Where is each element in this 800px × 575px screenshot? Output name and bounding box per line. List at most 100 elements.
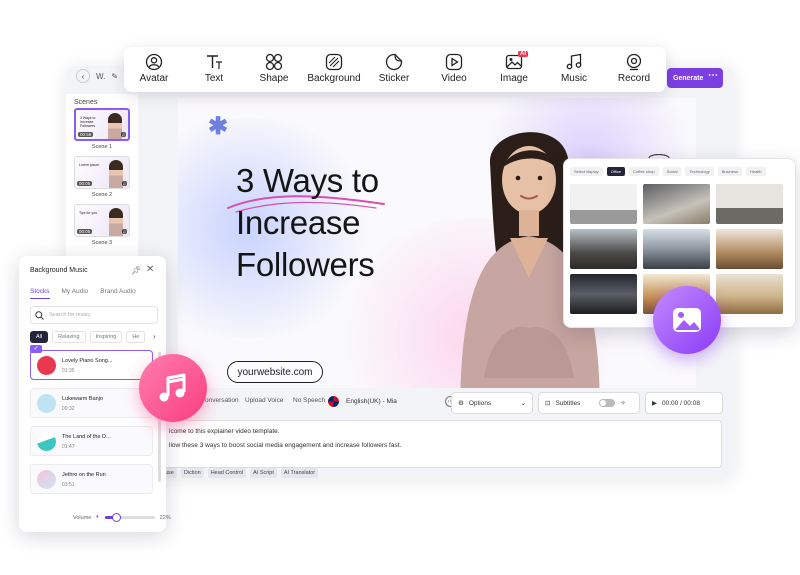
asterisk-sticker[interactable]: ✱ — [208, 112, 228, 141]
avatar-icon — [145, 53, 163, 71]
category-technology[interactable]: Technology — [685, 167, 714, 176]
subtitles-toggle[interactable] — [599, 399, 616, 407]
options-dropdown[interactable]: ⚙ Options ⌄ — [451, 392, 533, 414]
volume-value: 22% — [159, 514, 171, 521]
scene-thumb-text: 3 Ways to Increase Followers — [80, 116, 96, 128]
music-search-input[interactable]: Search for music — [30, 306, 158, 324]
tab-conversation[interactable]: onversation — [205, 397, 239, 404]
gallery-image[interactable] — [716, 274, 783, 314]
wand-icon[interactable]: ✧ — [620, 399, 625, 407]
toolbar-text[interactable]: Text — [184, 53, 244, 84]
gallery-image[interactable] — [643, 229, 710, 269]
chevron-right-icon[interactable]: › — [153, 332, 156, 341]
diction-chip[interactable]: Diction — [180, 468, 204, 478]
panel-title: Background Music — [30, 267, 88, 274]
ai-translator-chip[interactable]: AI Translator — [280, 468, 319, 478]
close-icon[interactable]: ✕ — [146, 264, 154, 275]
category-health[interactable]: Health — [745, 167, 766, 176]
toolbar-sticker[interactable]: Sticker — [364, 53, 424, 84]
more-icon[interactable]: ⋯ — [708, 70, 719, 81]
tab-my-audio[interactable]: My Audio — [62, 288, 89, 299]
track-duration: 01:47 — [62, 444, 75, 450]
subtitles-control[interactable]: ⊡ Subtitles ✧ — [538, 392, 640, 414]
pin-icon[interactable]: 📌︎ — [131, 266, 141, 275]
cc-icon: ⊡ — [545, 400, 551, 407]
edit-icon[interactable]: ✎ — [111, 72, 118, 81]
avatar-thumb — [109, 208, 123, 236]
category-office[interactable]: Office — [606, 167, 626, 176]
gallery-image[interactable] — [570, 229, 637, 269]
head-control-chip[interactable]: Head Control — [207, 468, 247, 478]
toolbar-label: Sticker — [378, 73, 410, 84]
toolbar-label: Image — [500, 73, 528, 84]
toolbar-label: Background — [307, 73, 361, 84]
category-business[interactable]: Business — [717, 167, 742, 176]
ai-script-chip[interactable]: AI Script — [250, 468, 277, 478]
toolbar-shape[interactable]: Shape — [244, 53, 304, 84]
speaker-icon[interactable]: 🔈︎ — [96, 514, 99, 521]
headline-line: Increase — [236, 204, 361, 241]
playback-time: 00:00 / 00:08 — [662, 399, 700, 407]
generate-label: Generate — [673, 74, 704, 82]
filter-all[interactable]: All — [30, 331, 49, 343]
avatar-thumb — [108, 113, 122, 139]
toolbar-record[interactable]: Record — [604, 53, 664, 84]
playback-control[interactable]: ▶ 00:00 / 00:08 — [645, 392, 723, 414]
search-icon — [35, 310, 44, 320]
language-select[interactable]: English(UK) - Mia ⋯ — [327, 395, 456, 408]
generate-button[interactable]: Generate ⋯ — [667, 68, 723, 88]
image-icon — [673, 308, 701, 332]
toolbar-background[interactable]: Background — [304, 53, 364, 84]
gallery-image[interactable] — [570, 274, 637, 314]
track-item[interactable]: ✓ Lovely Piano Song... 01:35 — [30, 345, 153, 380]
toolbar-avatar[interactable]: Avatar — [124, 53, 184, 84]
ai-badge: AI — [518, 51, 528, 57]
track-duration: 03:51 — [62, 482, 75, 488]
gallery-image[interactable] — [716, 184, 783, 224]
toolbar-video[interactable]: Video — [424, 53, 484, 84]
gallery-image[interactable] — [643, 184, 710, 224]
script-tools: use Diction Head Control AI Script AI Tr… — [162, 468, 319, 478]
music-note-icon: ♫ — [120, 132, 126, 137]
voice-controls: onversation Upload Voice No Speech Engli… — [181, 392, 733, 414]
headline-line: 3 Ways to — [236, 162, 379, 199]
back-button[interactable]: ‹ — [76, 69, 90, 83]
track-name: Lovely Piano Song... — [62, 358, 113, 364]
filter-inspiring[interactable]: Inspiring — [89, 331, 123, 343]
category-coffee-shop[interactable]: Coffee shop — [629, 167, 659, 176]
script-textarea[interactable]: lcome to this explainer video template. … — [162, 420, 722, 468]
track-item[interactable]: The Land of the D... 01:47 — [30, 426, 153, 456]
volume-slider[interactable] — [104, 513, 155, 522]
scene-label: Scene 1 — [91, 144, 113, 150]
project-name[interactable]: W. — [96, 72, 105, 81]
gallery-image[interactable] — [716, 229, 783, 269]
tab-stocks[interactable]: Stocks — [30, 288, 50, 299]
filter-he[interactable]: He — [126, 331, 146, 343]
uk-flag-icon — [327, 395, 340, 408]
tab-no-speech[interactable]: No Speech — [293, 397, 325, 404]
track-item[interactable]: Jethro on the Run 03:51 — [30, 464, 153, 494]
category-social[interactable]: Social — [662, 167, 682, 176]
tab-upload-voice[interactable]: Upload Voice — [245, 397, 283, 404]
music-feature-badge — [139, 354, 207, 422]
scene-thumbnail-1[interactable]: 3 Ways to Increase Followers 00:58 ♫ — [74, 108, 130, 141]
volume-label: Volume — [73, 514, 92, 521]
scene-duration: 00:58 — [78, 132, 94, 137]
headline-text[interactable]: 3 Ways to Increase Followers — [236, 160, 379, 286]
music-tabs: Stocks My Audio Brand Audio — [30, 288, 136, 299]
headline-line: Followers — [236, 246, 375, 283]
track-item[interactable]: Lukewarm Banjo 00:32 — [30, 388, 153, 418]
gallery-image[interactable] — [570, 184, 637, 224]
volume-knob[interactable] — [111, 513, 121, 522]
tab-brand-audio[interactable]: Brand Audio — [100, 288, 135, 299]
toolbar-music[interactable]: Music — [544, 53, 604, 84]
scenes-title: Scenes — [74, 99, 98, 106]
filter-relaxing[interactable]: Relaxing — [52, 331, 86, 343]
toolbar-image[interactable]: AI Image — [484, 51, 544, 84]
scene-thumbnail-2[interactable]: Lorem ipsum 00:05 ♫ — [74, 156, 130, 189]
play-icon[interactable]: ▶ — [652, 399, 657, 407]
track-thumb — [37, 356, 56, 375]
background-icon — [325, 53, 343, 71]
category-select-display[interactable]: Select display — [570, 167, 603, 176]
scene-thumbnail-3[interactable]: Tips for you 00:05 ♫ — [74, 204, 130, 237]
